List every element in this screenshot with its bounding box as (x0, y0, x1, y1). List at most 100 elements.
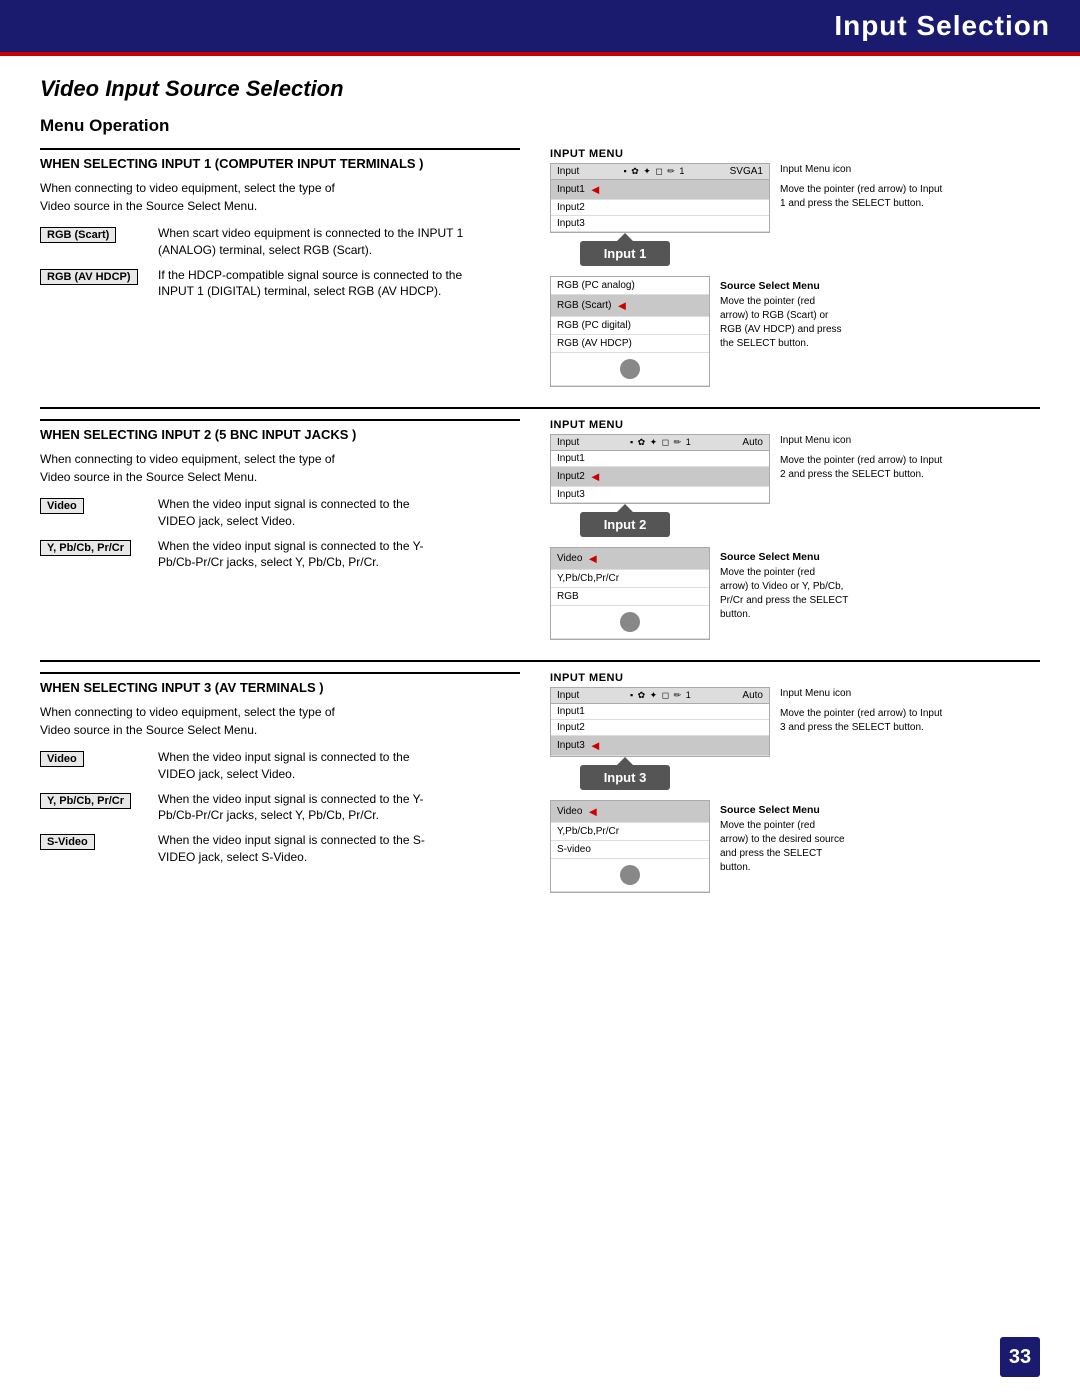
tag-rgb-scart: RGB (Scart) (40, 227, 116, 243)
tag-rgb-avhdcp-label: RGB (AV HDCP) (40, 267, 150, 289)
tag-input3-svideo: S-Video (40, 834, 95, 850)
page-title: Video Input Source Selection (40, 76, 1040, 102)
input3-menu-box: Input ▪ ✿ ✦ ◻ ✏ 1 Auto Input1 Input2 (550, 687, 770, 757)
input1-source-select-desc: Move the pointer (redarrow) to RGB (Scar… (720, 295, 842, 351)
input1-source-inner: RGB (PC analog) RGB (Scart) ◄ RGB (PC di… (550, 276, 710, 387)
section-input1-left: WHEN SELECTING INPUT 1 (COMPUTER INPUT T… (40, 148, 520, 387)
input2-row-input2: Input2 ◄ (551, 467, 769, 487)
input2-source-notes: Source Select Menu Move the pointer (red… (720, 547, 848, 622)
input1-source-select: RGB (PC analog) RGB (Scart) ◄ RGB (PC di… (550, 276, 1040, 387)
input3-source-inner: Video ◄ Y,Pb/Cb,Pr/Cr S-video (550, 800, 710, 893)
main-content: Video Input Source Selection Menu Operat… (0, 56, 1080, 933)
input3-src-arrow: ◄ (586, 804, 599, 819)
input3-diagram-notes: Input Menu icon Move the pointer (red ar… (780, 687, 1040, 741)
input1-note-icon: Input Menu icon (780, 163, 1040, 177)
tag-input3-svideo-label: S-Video (40, 832, 150, 854)
input3-arrow-red: ◄ (589, 738, 602, 753)
input1-src-row4: RGB (AV HDCP) (551, 335, 709, 353)
input1-row-input3: Input3 (551, 216, 769, 232)
tag-input2-ypb: Y, Pb/Cb, Pr/Cr (40, 540, 131, 556)
input1-menu-hdr-right: SVGA1 (730, 166, 763, 177)
input3-menu-inner: Input ▪ ✿ ✦ ◻ ✏ 1 Auto Input1 Input2 (550, 687, 770, 757)
tag-input2-video: Video (40, 498, 84, 514)
input3-src-icon-row (551, 859, 709, 892)
input1-row1-label: Input1 (557, 184, 585, 195)
input2-row-input3: Input3 (551, 487, 769, 503)
input3-src-row2: Y,Pb/Cb,Pr/Cr (551, 823, 709, 841)
tag-input2-ypb-label: Y, Pb/Cb, Pr/Cr (40, 538, 150, 560)
input3-src-row3: S-video (551, 841, 709, 859)
input1-note-arrow: Move the pointer (red arrow) to Input1 a… (780, 183, 1040, 211)
input1-input-menu: INPUT MENU Input ▪ ✿ ✦ ◻ ✏ 1 SVGA1 Input… (550, 148, 1040, 266)
input3-input-menu: INPUT MENU Input ▪ ✿ ✦ ◻ ✏ 1 Auto Input1 (550, 672, 1040, 790)
input2-source-select: Video ◄ Y,Pb/Cb,Pr/Cr RGB (550, 547, 1040, 640)
section-input3-title: WHEN SELECTING INPUT 3 (AV TERMINALS ) (40, 672, 520, 695)
input2-src-row1: Video ◄ (551, 548, 709, 570)
tag-input3-svideo-desc: When the video input signal is connected… (158, 832, 520, 866)
input1-row3-label: Input3 (557, 218, 585, 229)
input1-menu-box: Input ▪ ✿ ✦ ◻ ✏ 1 SVGA1 Input1 ◄ Input2 (550, 163, 770, 233)
input1-arrow-block: Input 1 (580, 241, 670, 266)
tag-input3-ypb-row: Y, Pb/Cb, Pr/Cr When the video input sig… (40, 791, 520, 825)
input1-src-row1: RGB (PC analog) (551, 277, 709, 295)
input2-menu-inner: Input ▪ ✿ ✦ ◻ ✏ 1 Auto Input1 Input2 ◄ (550, 434, 770, 504)
tag-input2-video-label: Video (40, 496, 150, 518)
input2-src-row3: RGB (551, 588, 709, 606)
input2-input-menu: INPUT MENU Input ▪ ✿ ✦ ◻ ✏ 1 Auto Input1 (550, 419, 1040, 537)
input2-src-arrow: ◄ (586, 551, 599, 566)
input1-src-row2: RGB (Scart) ◄ (551, 295, 709, 317)
section-input2-right: INPUT MENU Input ▪ ✿ ✦ ◻ ✏ 1 Auto Input1 (550, 419, 1040, 640)
section-input2-body: When connecting to video equipment, sele… (40, 450, 520, 486)
input3-menu-hdr-right: Auto (742, 690, 763, 701)
input2-diagram-notes: Input Menu icon Move the pointer (red ar… (780, 434, 1040, 488)
input1-row2-label: Input2 (557, 202, 585, 213)
tag-rgb-scart-label: RGB (Scart) (40, 225, 150, 247)
divider-2 (40, 660, 1040, 662)
tag-input3-ypb: Y, Pb/Cb, Pr/Cr (40, 793, 131, 809)
input2-src-row2: Y,Pb/Cb,Pr/Cr (551, 570, 709, 588)
tag-input2-ypb-desc: When the video input signal is connected… (158, 538, 520, 572)
page-header: Input Selection (0, 0, 1080, 52)
input3-row-input2: Input2 (551, 720, 769, 736)
input1-src-icon (620, 359, 640, 379)
section-input1-title: WHEN SELECTING INPUT 1 (COMPUTER INPUT T… (40, 148, 520, 171)
input2-row-input1: Input1 (551, 451, 769, 467)
tag-rgb-scart-desc: When scart video equipment is connected … (158, 225, 520, 259)
input3-row-input1: Input1 (551, 704, 769, 720)
input3-menu-icon: ▪ ✿ ✦ ◻ ✏ 1 (630, 690, 692, 701)
tag-rgb-scart-row: RGB (Scart) When scart video equipment i… (40, 225, 520, 259)
input2-src-icon-row (551, 606, 709, 639)
input1-menu-hdr-left: Input (557, 166, 579, 177)
tag-input3-svideo-row: S-Video When the video input signal is c… (40, 832, 520, 866)
tag-input3-video-row: Video When the video input signal is con… (40, 749, 520, 783)
input1-src-icon-row (551, 353, 709, 386)
divider-1 (40, 407, 1040, 409)
input1-src-row3: RGB (PC digital) (551, 317, 709, 335)
input1-arrow-red: ◄ (589, 182, 602, 197)
input3-menu-hdr-left: Input (557, 690, 579, 701)
input1-diagram-notes: Input Menu icon Move the pointer (red ar… (780, 163, 1040, 217)
section-input3: WHEN SELECTING INPUT 3 (AV TERMINALS ) W… (40, 672, 1040, 893)
input2-src-icon (620, 612, 640, 632)
tag-input2-video-desc: When the video input signal is connected… (158, 496, 520, 530)
input2-input-menu-label: INPUT MENU (550, 419, 1040, 431)
input3-input-menu-label: INPUT MENU (550, 672, 1040, 684)
input3-src-row1: Video ◄ (551, 801, 709, 823)
input1-source-select-label: Source Select Menu (720, 280, 842, 292)
input3-source-select: Video ◄ Y,Pb/Cb,Pr/Cr S-video (550, 800, 1040, 893)
input2-arrow-red: ◄ (589, 469, 602, 484)
input3-diagram-with-notes: Input ▪ ✿ ✦ ◻ ✏ 1 Auto Input1 Input2 (550, 687, 1040, 757)
input2-source-select-label: Source Select Menu (720, 551, 848, 563)
input3-source-select-desc: Move the pointer (redarrow) to the desir… (720, 819, 845, 875)
input2-menu-hdr-left: Input (557, 437, 579, 448)
input2-note-arrow: Move the pointer (red arrow) to Input2 a… (780, 454, 1040, 482)
tag-input3-video: Video (40, 751, 84, 767)
tag-rgb-avhdcp-desc: If the HDCP-compatible signal source is … (158, 267, 520, 301)
input2-source-inner: Video ◄ Y,Pb/Cb,Pr/Cr RGB (550, 547, 710, 640)
section-menu-operation: Menu Operation (40, 116, 1040, 136)
tag-input3-ypb-desc: When the video input signal is connected… (158, 791, 520, 825)
header-title: Input Selection (834, 10, 1050, 41)
section-input2-title: WHEN SELECTING INPUT 2 (5 BNC INPUT JACK… (40, 419, 520, 442)
tag-input2-video-row: Video When the video input signal is con… (40, 496, 520, 530)
input2-note-icon: Input Menu icon (780, 434, 1040, 448)
